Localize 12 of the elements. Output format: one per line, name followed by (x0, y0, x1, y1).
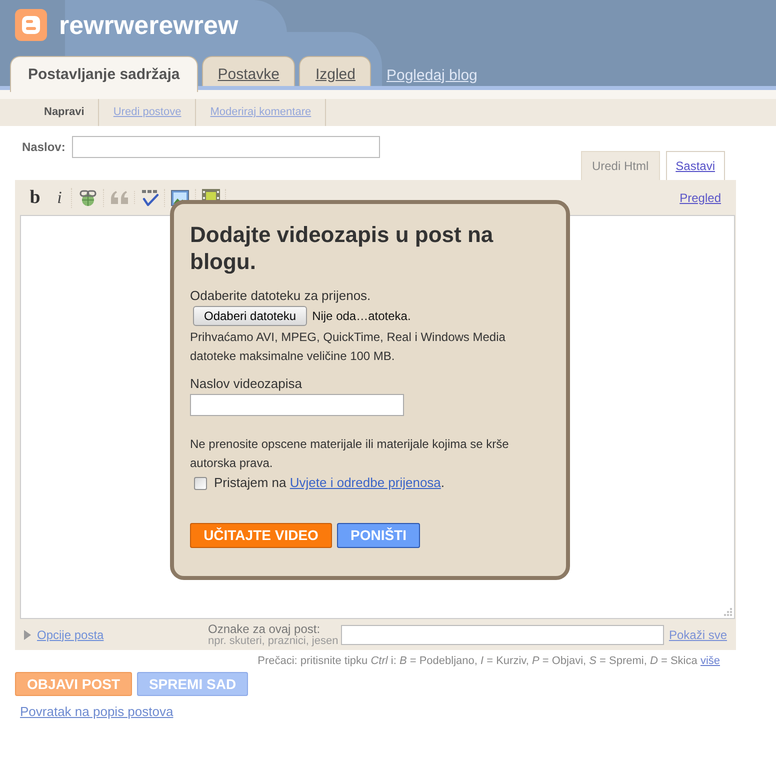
agree-text: Pristajem na Uvjete i odredbe prijenosa. (214, 475, 445, 491)
blog-title: rewrwerewrew (59, 10, 238, 40)
shortcuts-text: Prečaci: pritisnite tipku Ctrl i: B = Podebljano, I = Kurziv, P = Objavi, S = Spremi, D = Skica više (258, 654, 720, 668)
video-title-label: Naslov videozapisa (190, 375, 304, 393)
labels-hint: npr. skuteri, praznici, jesen (208, 634, 338, 646)
warning-text: Ne prenosite opscene materijale ili materijale kojima se krše autorska prava. (190, 436, 510, 472)
accepted-formats-text: Prihvaćamo AVI, MPEG, QuickTime, Real i Windows Media datoteke maksimalne veličine 100 MB. (190, 329, 506, 365)
file-prompt: Odaberite datoteku za prijenos. (190, 287, 372, 305)
labels-label: Oznake za ovaj post: (208, 622, 322, 634)
dialog-title: Dodajte videozapis u post na blogu. (190, 221, 494, 275)
title-label: Naslov: (22, 139, 66, 155)
file-status-text: Nije oda…atoteka. (312, 308, 411, 324)
